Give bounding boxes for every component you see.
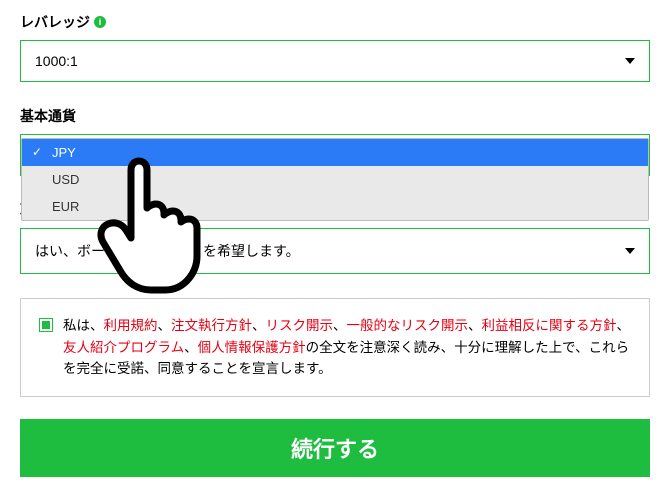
bonus-select[interactable]: はい、ボーナスの受け取りを希望します。 [20, 228, 650, 274]
leverage-select[interactable]: 1000:1 [20, 40, 650, 82]
bonus-value: はい、ボーナスの受け取りを希望します。 [35, 241, 300, 261]
link-conflict[interactable]: 利益相反に関する方針 [482, 318, 617, 333]
info-icon[interactable]: i [94, 16, 106, 28]
link-referral[interactable]: 友人紹介プログラム [63, 340, 184, 355]
currency-option-usd[interactable]: USD [22, 166, 648, 193]
leverage-label: レバレッジ i [20, 12, 650, 32]
terms-checkbox[interactable] [39, 318, 53, 332]
currency-dropdown: JPY USD EUR [21, 138, 649, 221]
terms-box: 私は、利用規約、注文執行方針、リスク開示、一般的なリスク開示、利益相反に関する方… [20, 298, 650, 397]
link-general-risk[interactable]: 一般的なリスク開示 [347, 318, 469, 333]
currency-label: 基本通貨 [20, 106, 650, 126]
chevron-down-icon [625, 58, 635, 64]
leverage-label-text: レバレッジ [20, 12, 90, 32]
currency-option-jpy[interactable]: JPY [22, 139, 648, 166]
link-terms[interactable]: 利用規約 [104, 318, 158, 333]
link-privacy[interactable]: 個人情報保護方針 [198, 340, 306, 355]
terms-text: 私は、利用規約、注文執行方針、リスク開示、一般的なリスク開示、利益相反に関する方… [63, 315, 631, 380]
currency-label-text: 基本通貨 [20, 106, 76, 126]
link-execution[interactable]: 注文執行方針 [171, 318, 252, 333]
continue-button[interactable]: 続行する [20, 419, 650, 477]
leverage-value: 1000:1 [35, 53, 78, 69]
link-risk[interactable]: リスク開示 [266, 318, 334, 333]
chevron-down-icon [625, 248, 635, 254]
currency-option-eur[interactable]: EUR [22, 193, 648, 220]
